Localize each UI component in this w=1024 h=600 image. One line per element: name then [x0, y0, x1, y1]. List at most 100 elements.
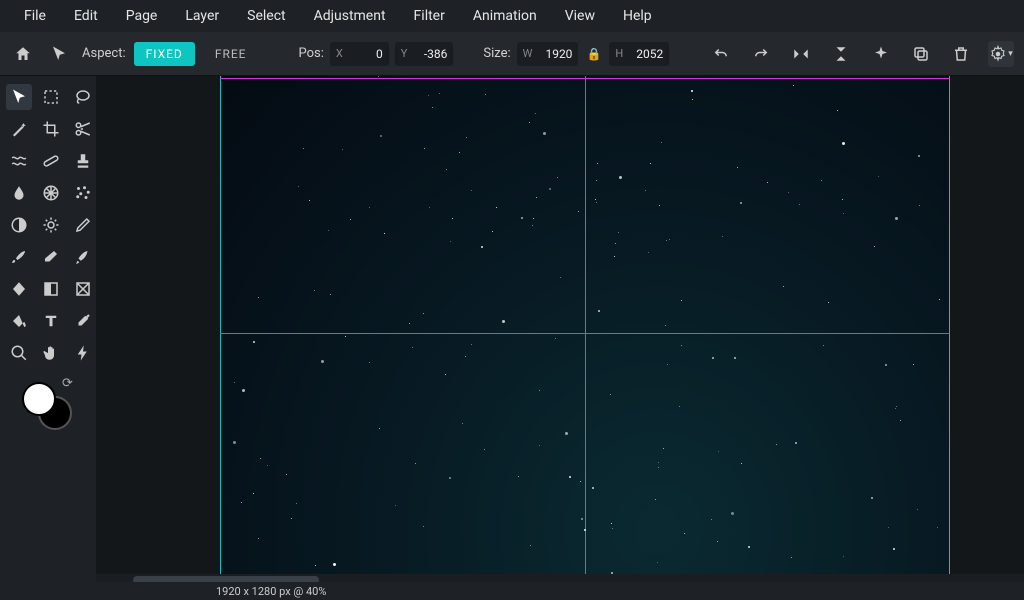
shape-icon: [74, 280, 92, 298]
trash-icon: [952, 45, 970, 63]
star: [791, 557, 792, 558]
star: [919, 205, 920, 206]
zoom-tool[interactable]: [6, 340, 32, 366]
star: [309, 200, 310, 201]
sharpen-tool[interactable]: [70, 212, 96, 238]
lasso-tool[interactable]: [70, 84, 96, 110]
eyedropper-tool[interactable]: [70, 308, 96, 334]
crop-tool[interactable]: [38, 116, 64, 142]
star: [481, 246, 483, 248]
canvas-edge-left: [220, 76, 221, 600]
duplicate-button[interactable]: [908, 41, 934, 67]
canvas[interactable]: [220, 76, 950, 600]
size-h-input[interactable]: [629, 47, 669, 61]
bolt-tool[interactable]: [70, 340, 96, 366]
star: [253, 493, 254, 494]
dodge-tool[interactable]: [6, 212, 32, 238]
pos-y-input[interactable]: [413, 47, 453, 61]
eraser-tool[interactable]: [38, 244, 64, 270]
hand-tool[interactable]: [38, 340, 64, 366]
bucket-tool[interactable]: [6, 308, 32, 334]
star: [429, 207, 430, 208]
text-tool[interactable]: [38, 308, 64, 334]
menu-help[interactable]: Help: [609, 2, 666, 30]
scatter-tool[interactable]: [70, 180, 96, 206]
star: [557, 177, 558, 178]
settings-button[interactable]: ▾: [988, 41, 1014, 67]
menu-select[interactable]: Select: [233, 2, 299, 30]
guide-vertical[interactable]: [585, 76, 586, 600]
heal-tool[interactable]: [38, 148, 64, 174]
foreground-color[interactable]: [22, 382, 56, 416]
swap-colors-icon[interactable]: ⟳: [62, 376, 73, 391]
blur-tool[interactable]: [6, 180, 32, 206]
star: [423, 526, 424, 527]
stamp-tool[interactable]: [70, 148, 96, 174]
pixelate-tool[interactable]: [38, 180, 64, 206]
menu-adjustment[interactable]: Adjustment: [300, 2, 400, 30]
pos-y-field[interactable]: Y: [395, 42, 454, 66]
pos-x-field[interactable]: X: [330, 42, 389, 66]
undo-button[interactable]: [708, 41, 734, 67]
menu-layer[interactable]: Layer: [171, 2, 233, 30]
aspect-free-button[interactable]: FREE: [203, 42, 259, 66]
star: [595, 199, 596, 200]
star: [241, 502, 242, 503]
gear-icon: [989, 45, 1007, 63]
eraser-icon: [42, 248, 60, 266]
star: [788, 192, 789, 193]
star: [258, 538, 259, 539]
shape-tool[interactable]: [70, 276, 96, 302]
pos-x-input[interactable]: [349, 47, 389, 61]
star: [465, 356, 466, 357]
bucket-icon: [10, 312, 28, 330]
home-button[interactable]: [10, 41, 36, 67]
gradient-tool[interactable]: [38, 276, 64, 302]
redo-button[interactable]: [748, 41, 774, 67]
star: [871, 497, 873, 499]
cut-tool[interactable]: [70, 116, 96, 142]
star: [596, 180, 597, 181]
delete-button[interactable]: [948, 41, 974, 67]
size-w-input[interactable]: [538, 47, 578, 61]
status-bar: 1920 x 1280 px @ 40%: [96, 582, 1024, 600]
liquify-tool[interactable]: [6, 148, 32, 174]
star: [267, 465, 268, 466]
size-h-field[interactable]: H: [609, 42, 669, 66]
pointer-button[interactable]: [46, 41, 72, 67]
aspect-fixed-button[interactable]: FIXED: [134, 42, 195, 66]
flip-vertical-button[interactable]: [828, 41, 854, 67]
menu-view[interactable]: View: [551, 2, 609, 30]
smudge-tool[interactable]: [70, 244, 96, 270]
wave-icon: [10, 152, 28, 170]
star: [648, 252, 649, 253]
star: [843, 213, 844, 214]
grid-icon: [42, 184, 60, 202]
menu-file[interactable]: File: [10, 2, 60, 30]
star: [712, 357, 714, 359]
move-tool[interactable]: [6, 84, 32, 110]
wand-tool[interactable]: [6, 116, 32, 142]
brush-tool[interactable]: [6, 244, 32, 270]
star: [565, 432, 568, 435]
menu-filter[interactable]: Filter: [400, 2, 459, 30]
star: [658, 462, 659, 463]
star: [618, 232, 619, 233]
star: [580, 481, 581, 482]
star: [569, 476, 571, 478]
lock-aspect-icon[interactable]: 🔒: [584, 47, 603, 61]
guide-horizontal[interactable]: [220, 333, 950, 334]
marquee-tool[interactable]: [38, 84, 64, 110]
menu-edit[interactable]: Edit: [60, 2, 112, 30]
ai-button[interactable]: [868, 41, 894, 67]
star: [657, 562, 658, 563]
sponge-tool[interactable]: [38, 212, 64, 238]
size-w-field[interactable]: W: [517, 42, 579, 66]
guide-horizontal-top[interactable]: [220, 78, 950, 79]
fill-tool[interactable]: [6, 276, 32, 302]
toolbar: Aspect: FIXED FREE Pos: X Y Size: W 🔒 H: [0, 32, 1024, 76]
menu-page[interactable]: Page: [112, 2, 172, 30]
star: [459, 152, 460, 153]
menu-animation[interactable]: Animation: [459, 2, 551, 30]
flip-horizontal-button[interactable]: [788, 41, 814, 67]
